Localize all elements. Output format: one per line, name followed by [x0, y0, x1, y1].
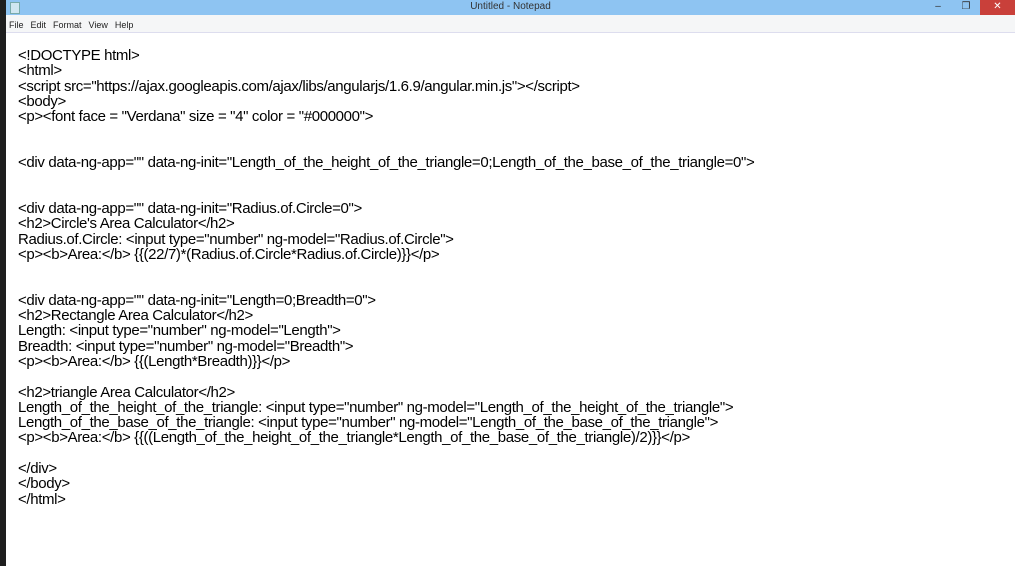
text-line — [18, 124, 1015, 139]
text-line: <!DOCTYPE html> — [18, 47, 140, 64]
title-bar[interactable]: Untitled - Notepad — [6, 0, 1015, 15]
text-line: </html> — [18, 490, 66, 508]
text-line: <body> — [18, 92, 66, 110]
text-line: <h2>Rectangle Area Calculator</h2> — [18, 307, 253, 325]
text-line: <div data-ng-app="" data-ng-init="Radius… — [18, 199, 362, 217]
text-line: <div data-ng-app="" data-ng-init="Length… — [18, 154, 755, 172]
text-editor[interactable]: <!DOCTYPE html> <html> <script src="https:… — [18, 48, 1015, 507]
text-line — [18, 369, 1015, 384]
text-line — [18, 186, 1015, 201]
text-line: <h2>Circle's Area Calculator</h2> — [18, 215, 235, 233]
text-line — [18, 446, 1015, 461]
notepad-window: Untitled - Notepad – ❐ ✕ File Edit Format V… — [0, 0, 1015, 566]
text-line — [18, 262, 1015, 277]
text-line: </div> — [18, 460, 57, 478]
minimize-button[interactable]: – — [927, 0, 949, 15]
text-line: <script src="https://ajax.googleapis.com… — [18, 77, 580, 95]
text-line: <html> — [18, 62, 62, 80]
menu-file[interactable]: File — [6, 18, 28, 30]
menu-edit[interactable]: Edit — [28, 18, 51, 30]
text-line: Length_of_the_height_of_the_triangle: <i… — [18, 398, 734, 416]
menu-format[interactable]: Format — [50, 18, 86, 30]
text-line: </body> — [18, 475, 70, 493]
text-line: <p><b>Area:</b> {{((Length_of_the_height… — [18, 429, 690, 447]
desktop-edge — [0, 0, 6, 566]
text-line — [18, 170, 1015, 185]
menu-help[interactable]: Help — [112, 18, 138, 30]
maximize-button[interactable]: ❐ — [955, 0, 977, 15]
text-line: <h2>triangle Area Calculator</h2> — [18, 383, 235, 401]
text-line — [18, 277, 1015, 292]
text-line: Breadth: <input type="number" ng-model="… — [18, 337, 354, 355]
menu-bar: File Edit Format View Help — [6, 15, 1015, 33]
text-line: <p><font face = "Verdana" size = "4" col… — [18, 108, 374, 126]
text-line: <p><b>Area:</b> {{(Length*Breadth)}}</p> — [18, 352, 291, 370]
close-button[interactable]: ✕ — [980, 0, 1015, 15]
text-line — [18, 140, 1015, 155]
text-line: Radius.of.Circle: <input type="number" n… — [18, 230, 454, 248]
menu-view[interactable]: View — [86, 18, 112, 30]
text-line: <p><b>Area:</b> {{(22/7)*(Radius.of.Circ… — [18, 245, 440, 263]
text-line: Length: <input type="number" ng-model="L… — [18, 322, 341, 340]
text-line: Length_of_the_base_of_the_triangle: <inp… — [18, 414, 718, 432]
text-line: <div data-ng-app="" data-ng-init="Length… — [18, 291, 376, 309]
window-title: Untitled - Notepad — [470, 1, 551, 12]
